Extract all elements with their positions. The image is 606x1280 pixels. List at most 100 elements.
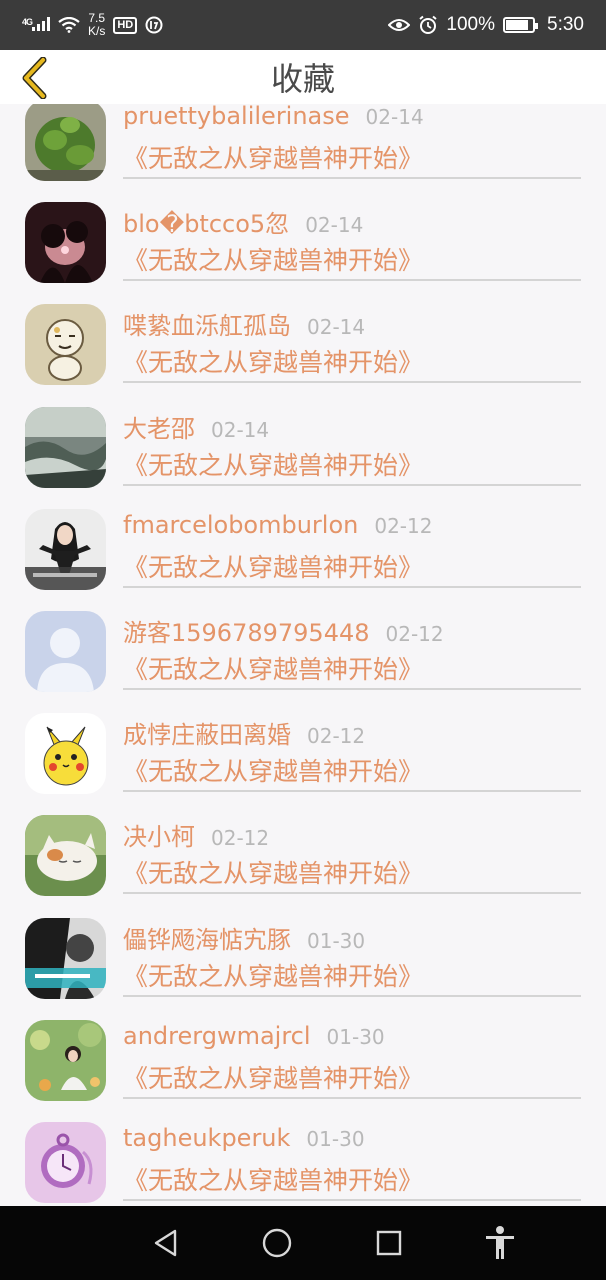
pikachu-avatar — [25, 713, 106, 795]
book-title[interactable]: 《无敌之从穿越兽神开始》 — [123, 241, 423, 277]
nav-back-button[interactable] — [136, 1213, 196, 1273]
bw-photo-avatar — [25, 917, 106, 999]
favorite-date: 02-14 — [211, 417, 270, 442]
cat-avatar — [25, 815, 106, 897]
user-name: 决小柯 — [123, 823, 195, 852]
favorite-date: 02-12 — [385, 621, 444, 646]
name-line: blo�btcco5忽 02-14 — [123, 204, 363, 239]
book-title[interactable]: 《无敌之从穿越兽神开始》 — [123, 752, 423, 788]
woman-avatar — [25, 508, 106, 590]
list-item[interactable]: 成悖庄蔽田离婚 02-12 《无敌之从穿越兽神开始》 — [0, 697, 606, 799]
landscape-avatar — [25, 406, 106, 488]
list-item[interactable]: 儡铧飏海惦宄豚 01-30 《无敌之从穿越兽神开始》 — [0, 902, 606, 1004]
list-item[interactable]: blo�btcco5忽 02-14 《无敌之从穿越兽神开始》 — [0, 186, 606, 288]
name-line: andrergwmajrcl 01-30 — [123, 1022, 385, 1050]
clock: 5:30 — [547, 14, 584, 35]
user-name: 儡铧飏海惦宄豚 — [123, 925, 291, 954]
avatar[interactable] — [25, 1121, 106, 1203]
book-title[interactable]: 《无敌之从穿越兽神开始》 — [123, 854, 423, 890]
nav-home-button[interactable] — [247, 1213, 307, 1273]
divider — [123, 1096, 581, 1099]
user-name: blo�btcco5忽 — [123, 210, 290, 239]
accessibility-icon — [486, 1226, 515, 1259]
name-line: 游客1596789795448 02-12 — [123, 613, 444, 648]
cartoon-avatar — [25, 304, 106, 386]
avatar[interactable] — [25, 713, 106, 795]
favorites-list[interactable]: pruettybalilerinase 02-14 《无敌之从穿越兽神开始》 blo�… — [0, 104, 606, 1206]
status-left: 4G 7.5 K/s HD — [22, 12, 163, 38]
eye-icon — [388, 19, 411, 31]
navigation-bar — [0, 1206, 606, 1280]
avatar[interactable] — [25, 917, 106, 999]
avatar[interactable] — [25, 406, 106, 488]
favorite-date: 02-14 — [307, 315, 366, 340]
avatar[interactable] — [25, 610, 106, 692]
girl-garden-avatar — [25, 1019, 106, 1101]
list-item[interactable]: 决小柯 02-12 《无敌之从穿越兽神开始》 — [0, 799, 606, 901]
network-speed: 7.5 K/s — [88, 12, 105, 38]
name-line: 喋絷血泺舡孤岛 02-14 — [123, 306, 365, 341]
book-title[interactable]: 《无敌之从穿越兽神开始》 — [123, 139, 423, 175]
battery-percent: 100% — [446, 14, 496, 35]
favorite-date: 02-14 — [305, 213, 364, 238]
favorites-list-inner: pruettybalilerinase 02-14 《无敌之从穿越兽神开始》 blo�… — [0, 104, 606, 1206]
avatar[interactable] — [25, 104, 106, 181]
book-title[interactable]: 《无敌之从穿越兽神开始》 — [123, 1161, 423, 1197]
divider — [123, 1198, 581, 1201]
volte-icon — [145, 16, 163, 34]
favorite-date: 01-30 — [326, 1024, 385, 1049]
name-line: 儡铧飏海惦宄豚 01-30 — [123, 920, 365, 955]
user-name: pruettybalilerinase — [123, 104, 350, 130]
divider — [123, 381, 581, 384]
book-title[interactable]: 《无敌之从穿越兽神开始》 — [123, 343, 423, 379]
book-title[interactable]: 《无敌之从穿越兽神开始》 — [123, 548, 423, 584]
nav-accessibility-button[interactable] — [470, 1213, 530, 1273]
divider — [123, 279, 581, 282]
divider — [123, 892, 581, 895]
divider — [123, 790, 581, 793]
avatar[interactable] — [25, 508, 106, 590]
user-name: 游客1596789795448 — [123, 618, 370, 647]
book-title[interactable]: 《无敌之从穿越兽神开始》 — [123, 1059, 423, 1095]
chevron-left-icon — [22, 57, 47, 99]
book-title[interactable]: 《无敌之从穿越兽神开始》 — [123, 957, 423, 993]
back-button[interactable] — [14, 56, 54, 100]
default-avatar — [25, 610, 106, 692]
name-line: 成悖庄蔽田离婚 02-12 — [123, 715, 365, 750]
book-title[interactable]: 《无敌之从穿越兽神开始》 — [123, 446, 423, 482]
divider — [123, 177, 581, 179]
avatar[interactable] — [25, 304, 106, 386]
network-type: 4G — [22, 16, 33, 27]
status-bar: 4G 7.5 K/s HD 100% 5:30 — [0, 0, 606, 50]
favorite-date: 01-30 — [306, 1126, 365, 1151]
avatar[interactable] — [25, 1019, 106, 1101]
list-item[interactable]: fmarcelobomburlon 02-12 《无敌之从穿越兽神开始》 — [0, 493, 606, 595]
wifi-icon — [58, 17, 80, 33]
user-name: tagheukperuk — [123, 1123, 291, 1152]
hd-badge: HD — [113, 16, 138, 34]
home-circle-icon — [263, 1228, 292, 1258]
list-item[interactable]: andrergwmajrcl 01-30 《无敌之从穿越兽神开始》 — [0, 1004, 606, 1106]
favorite-date: 02-12 — [307, 724, 366, 749]
favorite-date: 01-30 — [307, 928, 366, 953]
name-line: tagheukperuk 01-30 — [123, 1124, 365, 1152]
nav-recents-button[interactable] — [359, 1213, 419, 1273]
name-line: fmarcelobomburlon 02-12 — [123, 511, 432, 539]
name-line: pruettybalilerinase 02-14 — [123, 104, 424, 130]
list-item[interactable]: 大老邵 02-14 《无敌之从穿越兽神开始》 — [0, 391, 606, 493]
list-item[interactable]: pruettybalilerinase 02-14 《无敌之从穿越兽神开始》 — [0, 104, 606, 186]
speed-unit: K/s — [88, 24, 106, 38]
status-right: 100% 5:30 — [388, 14, 584, 36]
list-item[interactable]: 游客1596789795448 02-12 《无敌之从穿越兽神开始》 — [0, 595, 606, 697]
book-title[interactable]: 《无敌之从穿越兽神开始》 — [123, 650, 423, 686]
couple-avatar — [25, 202, 106, 284]
list-item[interactable]: 喋絷血泺舡孤岛 02-14 《无敌之从穿越兽神开始》 — [0, 288, 606, 390]
user-name: andrergwmajrcl — [123, 1021, 311, 1050]
plant-avatar — [25, 104, 106, 181]
avatar[interactable] — [25, 202, 106, 284]
user-name: fmarcelobomburlon — [123, 510, 359, 539]
user-name: 成悖庄蔽田离婚 — [123, 721, 291, 750]
list-item[interactable]: tagheukperuk 01-30 《无敌之从穿越兽神开始》 — [0, 1106, 606, 1206]
avatar[interactable] — [25, 815, 106, 897]
title-bar: 收藏 — [0, 50, 606, 104]
